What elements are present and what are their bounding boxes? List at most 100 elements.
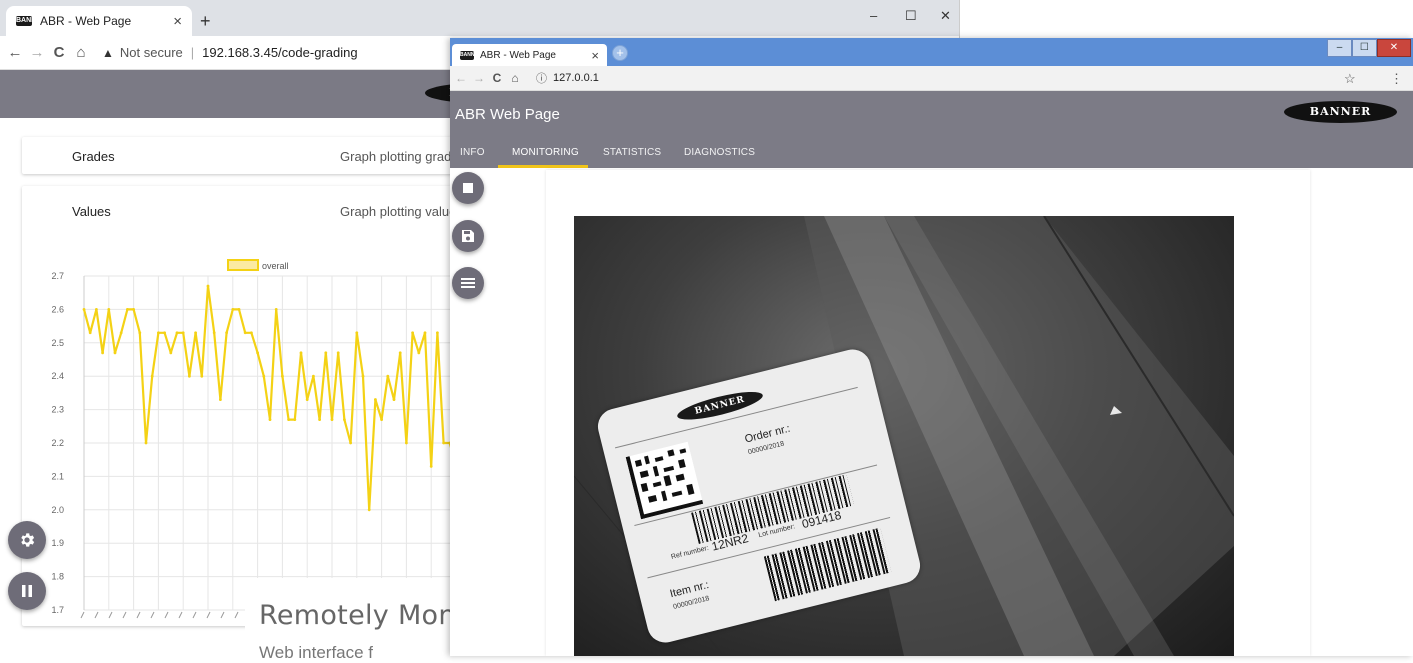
settings-button[interactable] (8, 521, 46, 559)
app-title: ABR Web Page (455, 106, 560, 123)
back-icon[interactable]: ← (4, 44, 26, 61)
maximize-icon[interactable]: ☐ (905, 8, 917, 24)
gear-icon (21, 533, 35, 547)
y-tick-label: 2.7 (51, 271, 64, 281)
values-subtitle[interactable]: Graph plotting values (340, 204, 463, 219)
tab-statistics[interactable]: STATISTICS (603, 147, 661, 158)
y-tick-label: 1.9 (51, 538, 64, 548)
order-label: Order nr.: (743, 422, 792, 446)
data-point (181, 331, 185, 335)
data-point (219, 398, 222, 401)
data-point (144, 441, 148, 445)
barcode-2 (763, 527, 892, 602)
x-tick-mark (80, 611, 85, 619)
security-label: Not secure (119, 45, 183, 60)
active-tab-indicator (498, 165, 588, 168)
data-point (194, 331, 198, 335)
data-point (312, 374, 315, 378)
bookmark-star-icon[interactable]: ☆ (1344, 71, 1356, 87)
minimize-icon[interactable]: – (1327, 39, 1352, 57)
data-point (361, 374, 365, 378)
save-button[interactable] (452, 220, 484, 252)
tab-strip: BANNER ABR - Web Page × + – ☐ ✕ (0, 0, 959, 36)
data-point (231, 308, 235, 311)
label-logo: BANNER (675, 386, 765, 426)
new-tab-button[interactable]: + (612, 45, 628, 61)
tab-info[interactable]: INFO (460, 147, 485, 158)
address-bar[interactable]: ▲ Not secure | 192.168.3.45/code-grading (102, 40, 358, 66)
browser-toolbar: ← → C ⌂ ⓘ 127.0.0.1 ☆ ⋮ (450, 66, 1413, 91)
window-controls: – ☐ ✕ (1327, 39, 1411, 57)
data-point (225, 331, 229, 335)
x-tick-mark (206, 611, 211, 619)
maximize-icon[interactable]: ☐ (1351, 39, 1377, 57)
data-point (324, 351, 328, 355)
x-tick-mark (136, 611, 141, 619)
url-text: 192.168.3.45/code-grading (202, 45, 358, 60)
browser-tab-active[interactable]: BANNER ABR - Web Page × (452, 44, 607, 66)
pause-button[interactable] (8, 572, 46, 610)
y-tick-label: 2.6 (51, 304, 64, 314)
data-point (82, 308, 86, 311)
y-tick-label: 2.2 (51, 438, 64, 448)
reload-icon[interactable]: C (48, 44, 70, 61)
save-icon (462, 230, 474, 242)
data-point (163, 331, 167, 335)
tab-monitoring[interactable]: MONITORING (512, 147, 579, 158)
data-point (330, 418, 334, 422)
stop-button[interactable] (452, 172, 484, 204)
banner-favicon-icon: BANNER (460, 50, 482, 60)
data-point (398, 351, 402, 355)
x-tick-mark (122, 611, 127, 619)
y-tick-label: 2.5 (51, 338, 64, 348)
reload-icon[interactable]: C (488, 71, 506, 85)
legend-label[interactable]: overall (262, 261, 289, 271)
info-icon[interactable]: ⓘ (536, 70, 547, 86)
data-point (349, 441, 352, 445)
data-point (119, 331, 123, 335)
tab-diagnostics[interactable]: DIAGNOSTICS (684, 147, 755, 158)
grades-title: Grades (72, 149, 115, 164)
overlay-subtext: Web interface f (259, 643, 374, 662)
window-close-icon[interactable]: ✕ (940, 8, 951, 24)
legend-swatch[interactable] (227, 259, 259, 271)
data-point (274, 308, 278, 311)
data-point (442, 441, 445, 445)
data-point (429, 464, 433, 468)
url-text[interactable]: 127.0.0.1 (553, 72, 599, 84)
forward-icon[interactable]: → (470, 71, 488, 85)
tab-close-icon[interactable]: × (591, 48, 599, 63)
browser-menu-icon[interactable]: ⋮ (1390, 71, 1403, 87)
data-point (256, 351, 259, 355)
tab-title: ABR - Web Page (480, 49, 556, 61)
data-point (305, 398, 309, 401)
browser-tab-active[interactable]: BANNER ABR - Web Page × (6, 6, 192, 36)
data-point (95, 308, 98, 311)
data-point (237, 308, 241, 311)
minimize-icon[interactable]: – (870, 8, 877, 23)
values-line-chart: 2.7 2.6 2.5 2.4 2.3 2.2 2.1 2.0 1.9 1.8 1.7 overall (51, 259, 450, 619)
tab-close-icon[interactable]: × (173, 13, 182, 30)
data-point (268, 418, 272, 422)
x-tick-mark (94, 611, 99, 619)
data-point (392, 398, 396, 401)
window-close-icon[interactable]: ✕ (1376, 39, 1411, 57)
data-point (281, 374, 284, 378)
home-icon[interactable]: ⌂ (70, 44, 92, 61)
warning-icon: ▲ (102, 45, 114, 60)
new-tab-button[interactable]: + (200, 11, 211, 32)
forward-icon[interactable]: → (26, 44, 48, 61)
data-point (293, 418, 297, 422)
data-point (367, 508, 371, 512)
banner-logo: BANNER (1284, 101, 1397, 123)
data-point (243, 331, 247, 335)
grades-card[interactable]: Grades Graph plotting grades (22, 137, 482, 174)
home-icon[interactable]: ⌂ (506, 71, 524, 85)
y-tick-label: 2.3 (51, 405, 64, 415)
data-point (169, 351, 173, 355)
stop-icon (463, 183, 473, 193)
back-icon[interactable]: ← (452, 71, 470, 85)
menu-button[interactable] (452, 267, 484, 299)
x-tick-mark (108, 611, 113, 619)
data-point (336, 351, 340, 355)
